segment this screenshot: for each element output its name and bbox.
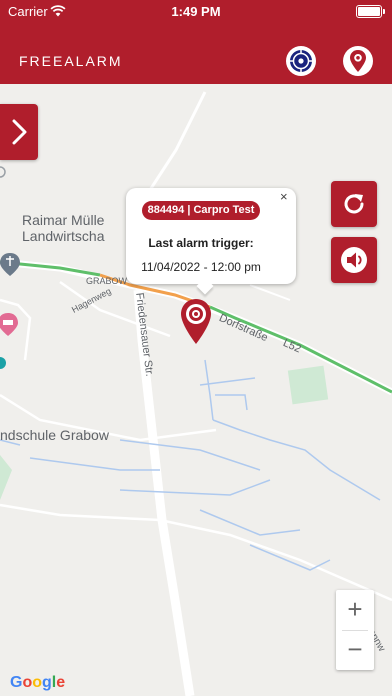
map-label-raimar: Raimar Mülle	[22, 212, 105, 228]
sidebar-toggle-button[interactable]	[0, 104, 38, 160]
location-pin-icon	[350, 50, 366, 72]
status-bar: Carrier 1:49 PM	[0, 0, 392, 22]
refresh-icon	[344, 194, 364, 214]
sound-button[interactable]	[331, 237, 377, 283]
google-logo-letter: g	[42, 674, 52, 691]
zoom-in-button[interactable]: +	[336, 590, 374, 630]
alarm-marker-icon[interactable]	[179, 298, 213, 346]
map-view[interactable]: Raimar Mülle Landwirtscha GRABOW Hagenwe…	[0, 84, 392, 696]
last-trigger-label: Last alarm trigger:	[148, 236, 254, 250]
zoom-out-button[interactable]: −	[336, 630, 374, 670]
google-logo: Google	[10, 674, 65, 692]
teal-poi-icon	[0, 357, 6, 369]
device-location-button[interactable]	[343, 46, 373, 76]
map-label-grabow: GRABOW	[86, 276, 128, 286]
app-header: FREEALARM	[0, 22, 392, 84]
map-label-schule-grabow: ndschule Grabow	[0, 427, 109, 443]
google-logo-letter: o	[32, 674, 43, 691]
map-poi-marker-icon	[0, 253, 20, 276]
crosshair-target-icon	[289, 49, 313, 73]
close-icon[interactable]: ×	[280, 189, 288, 204]
refresh-button[interactable]	[331, 181, 377, 227]
device-badge: 884494 | Carpro Test	[142, 201, 260, 220]
gps-target-button[interactable]	[286, 46, 316, 76]
battery-icon	[356, 5, 385, 18]
google-logo-letter: o	[22, 674, 33, 691]
alarm-popup: 884494 | Carpro Test × Last alarm trigge…	[126, 188, 296, 295]
chevron-right-icon	[12, 119, 27, 145]
clock-time: 1:49 PM	[171, 4, 221, 19]
map-label-landwirtschaft: Landwirtscha	[22, 228, 105, 244]
zoom-control: + −	[336, 590, 374, 670]
speaker-icon	[341, 247, 367, 273]
app-title: FREEALARM	[19, 53, 123, 69]
hotel-poi-icon	[0, 313, 18, 336]
google-logo-letter: G	[10, 674, 23, 691]
google-logo-letter: e	[56, 674, 66, 691]
map-roads	[0, 91, 392, 696]
last-trigger-date: 11/04/2022 - 12:00 pm	[141, 260, 261, 274]
